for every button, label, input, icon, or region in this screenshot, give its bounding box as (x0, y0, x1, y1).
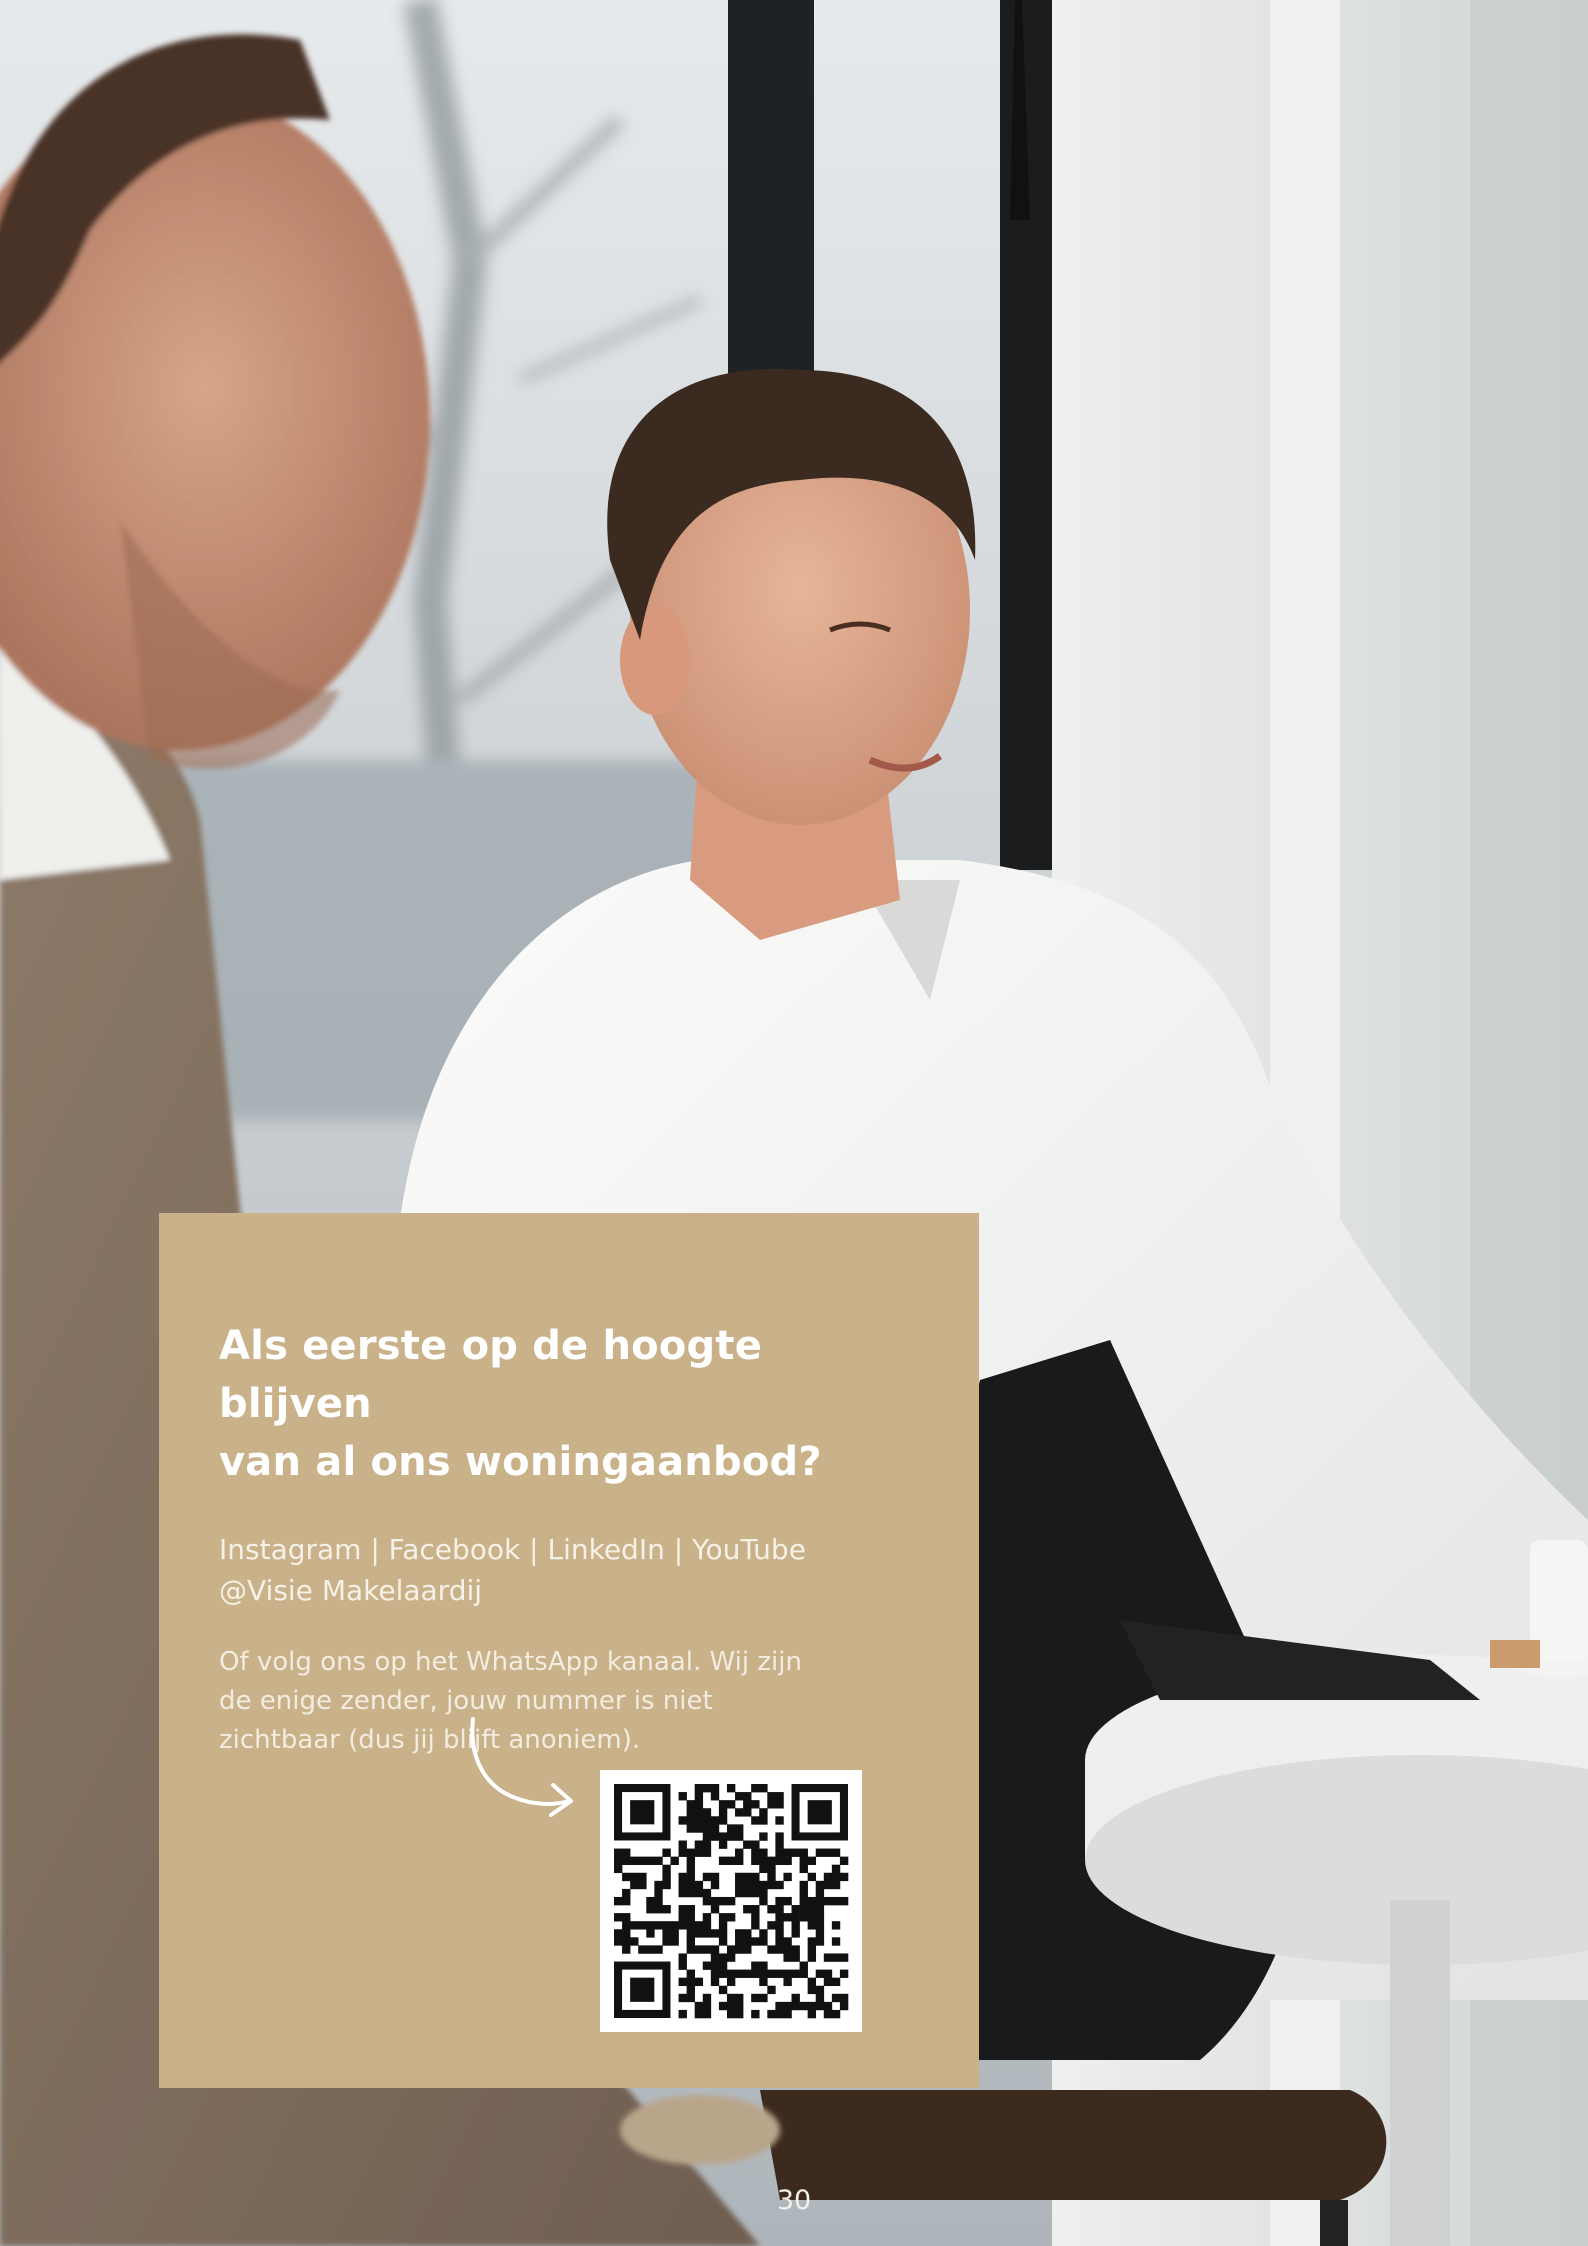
social-handle: @Visie Makelaardij (219, 1574, 483, 1607)
curved-arrow-icon (465, 1715, 589, 1823)
info-card: Als eerste op de hoogte blijven van al o… (159, 1213, 979, 2088)
card-title-line-1: Als eerste op de hoogte blijven (219, 1323, 763, 1427)
page-number: 30 (776, 2185, 812, 2216)
whatsapp-line-1: Of volg ons op het WhatsApp kanaal. Wij … (219, 1647, 802, 1677)
social-links: Instagram | Facebook | LinkedIn | YouTub… (219, 1529, 919, 1611)
card-title: Als eerste op de hoogte blijven van al o… (219, 1317, 919, 1491)
social-platforms: Instagram | Facebook | LinkedIn | YouTub… (219, 1533, 806, 1566)
card-title-line-2: van al ons woningaanbod? (219, 1439, 822, 1485)
qr-code-icon[interactable] (600, 1770, 862, 2032)
